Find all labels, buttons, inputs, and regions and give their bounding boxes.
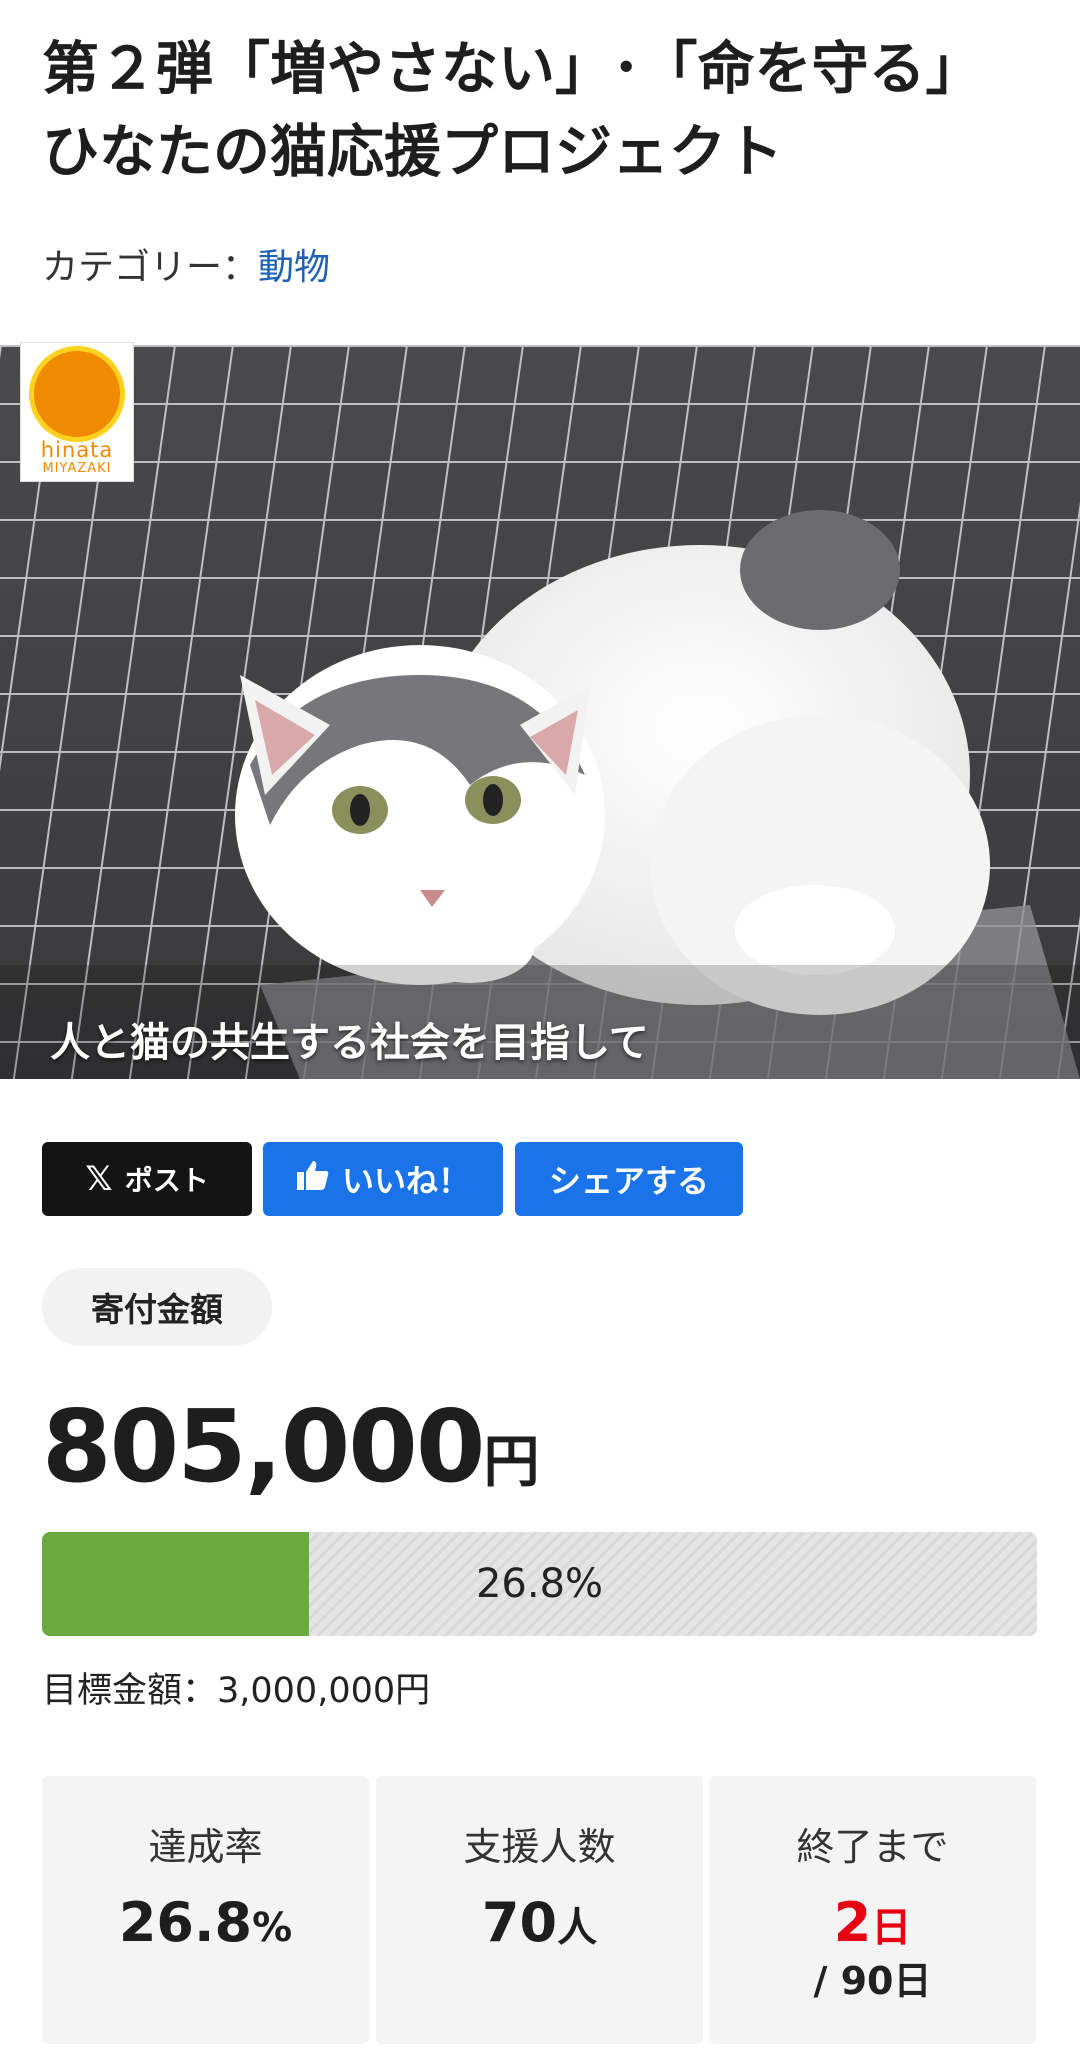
thumbs-up-icon [296, 1159, 330, 1200]
project-title: 第２弾「増やさない」･「命を守る」ひなたの猫応援プロジェクト [42, 36, 983, 185]
remaining-number: 2 [833, 1891, 872, 1954]
rate-unit: % [252, 1905, 293, 1951]
amount-value: 805,000 [42, 1388, 485, 1505]
like-button[interactable]: いいね！ [263, 1142, 503, 1216]
post-label: ポスト [124, 1164, 209, 1197]
donation-label-pill: 寄付金額 [42, 1268, 272, 1346]
progress-bar: 26.8% [42, 1532, 1037, 1636]
share-label: シェアする [548, 1162, 709, 1200]
supporters-number: 70 [481, 1891, 558, 1954]
post-button[interactable]: 𝕏 ポスト [42, 1142, 252, 1216]
share-button[interactable]: シェアする [515, 1142, 743, 1216]
sun-icon [34, 351, 120, 437]
donation-amount: 805,000円 [42, 1388, 539, 1505]
supporters-card: 支援人数 70人 [376, 1776, 703, 2044]
remaining-days-card: 終了まで 2日 / 90日 [709, 1776, 1036, 2044]
amount-unit: 円 [483, 1430, 540, 1495]
goal-amount: 目標金額：3,000,000円 [42, 1671, 431, 1711]
supporters-label: 支援人数 [463, 1825, 616, 1869]
supporters-value: 70人 [376, 1891, 703, 1954]
total-days: / 90日 [813, 1959, 932, 2003]
progress-percent: 26.8% [475, 1561, 604, 1607]
hero-caption: 人と猫の共生する社会を目指して [50, 1020, 649, 1066]
rate-number: 26.8 [118, 1891, 253, 1954]
remaining-unit: 日 [871, 1905, 912, 1951]
rate-value: 26.8% [42, 1891, 369, 1954]
hero-image [0, 345, 1080, 1079]
category-link[interactable]: 動物 [258, 247, 330, 288]
x-logo-icon: 𝕏 [85, 1159, 113, 1199]
rate-label: 達成率 [148, 1825, 263, 1869]
supporters-unit: 人 [557, 1905, 598, 1951]
remaining-label: 終了まで [796, 1825, 949, 1869]
category-row: カテゴリー：動物 [42, 238, 330, 290]
achievement-rate-card: 達成率 26.8% [42, 1776, 369, 2044]
logo-text: hinata [40, 438, 114, 462]
category-label: カテゴリー： [42, 247, 259, 288]
remaining-value: 2日 [709, 1891, 1036, 1954]
logo-subtext: MIYAZAKI [42, 461, 112, 476]
like-label: いいね！ [341, 1162, 470, 1200]
hinata-logo: hinata MIYAZAKI [20, 342, 134, 482]
